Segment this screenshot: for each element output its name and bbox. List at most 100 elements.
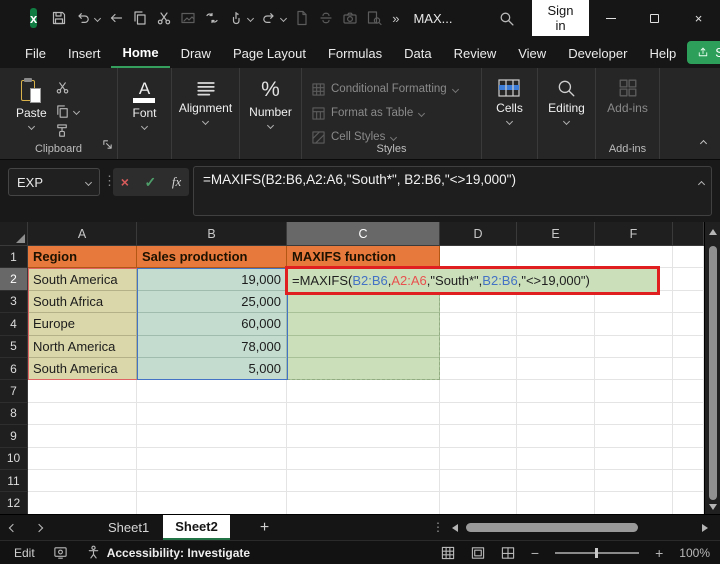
- cell-A2[interactable]: South America: [28, 268, 137, 290]
- formula-bar-collapse-icon[interactable]: [699, 174, 704, 192]
- tab-home[interactable]: Home: [111, 37, 169, 68]
- cell-F8[interactable]: [595, 403, 673, 425]
- redo-icon[interactable]: [257, 6, 281, 30]
- cell-F1[interactable]: [595, 246, 673, 268]
- cancel-formula-icon[interactable]: ×: [121, 174, 129, 190]
- cell-A12[interactable]: [28, 492, 137, 514]
- touch-mode-icon[interactable]: [224, 6, 248, 30]
- tab-formulas[interactable]: Formulas: [317, 38, 393, 67]
- cell-D1[interactable]: [440, 246, 517, 268]
- cell-F10[interactable]: [595, 448, 673, 470]
- close-button[interactable]: ×: [677, 0, 720, 36]
- cell-A5[interactable]: North America: [28, 336, 137, 358]
- sheet-tab-sheet1[interactable]: Sheet1: [94, 515, 163, 541]
- zoom-level[interactable]: 100%: [679, 546, 710, 560]
- row-header-1[interactable]: 1: [0, 246, 28, 268]
- cell-G8[interactable]: [673, 403, 704, 425]
- sheet-nav-back-icon[interactable]: [0, 525, 26, 531]
- cell-C1[interactable]: MAXIFS function: [287, 246, 440, 268]
- zoom-in-button[interactable]: +: [655, 545, 663, 561]
- scroll-down-icon[interactable]: [709, 504, 717, 510]
- cell-E1[interactable]: [517, 246, 595, 268]
- cell-G1[interactable]: [673, 246, 704, 268]
- cell-A7[interactable]: [28, 380, 137, 402]
- name-box[interactable]: EXP: [8, 168, 100, 196]
- cell-mode-indicator[interactable]: Edit: [14, 546, 35, 560]
- cell-E7[interactable]: [517, 380, 595, 402]
- share-button[interactable]: Share: [687, 41, 720, 64]
- column-header-e[interactable]: E: [517, 222, 595, 246]
- tab-file[interactable]: File: [14, 38, 57, 67]
- add-sheet-button[interactable]: +: [260, 519, 269, 537]
- cell-G9[interactable]: [673, 425, 704, 447]
- cell-B6[interactable]: 5,000: [137, 358, 287, 380]
- cell-A8[interactable]: [28, 403, 137, 425]
- cell-A4[interactable]: Europe: [28, 313, 137, 335]
- maximize-button[interactable]: [633, 0, 677, 36]
- row-header-10[interactable]: 10: [0, 448, 28, 470]
- font-button[interactable]: A Font: [132, 78, 156, 129]
- column-header-a[interactable]: A: [28, 222, 137, 246]
- tab-review[interactable]: Review: [443, 38, 508, 67]
- zoom-slider[interactable]: [555, 552, 639, 554]
- cell-D9[interactable]: [440, 425, 517, 447]
- cell-D10[interactable]: [440, 448, 517, 470]
- cell-E8[interactable]: [517, 403, 595, 425]
- cut-button[interactable]: [55, 80, 79, 100]
- copy-button[interactable]: [55, 104, 79, 119]
- cell-F7[interactable]: [595, 380, 673, 402]
- page-break-view-icon[interactable]: [501, 546, 515, 560]
- cell-E3[interactable]: [517, 291, 595, 313]
- cell-F3[interactable]: [595, 291, 673, 313]
- cell-D5[interactable]: [440, 336, 517, 358]
- cell-C10[interactable]: [287, 448, 440, 470]
- cell-G6[interactable]: [673, 358, 704, 380]
- cell-C8[interactable]: [287, 403, 440, 425]
- paste-button[interactable]: Paste: [16, 78, 47, 129]
- row-header-9[interactable]: 9: [0, 425, 28, 447]
- more-commands-icon[interactable]: »: [392, 11, 399, 26]
- save-icon[interactable]: [47, 6, 71, 30]
- cell-B3[interactable]: 25,000: [137, 291, 287, 313]
- sheet-nav-forward-icon[interactable]: [26, 525, 52, 531]
- zoom-out-button[interactable]: −: [531, 545, 539, 561]
- cells-button[interactable]: Cells: [496, 78, 523, 124]
- format-painter-button[interactable]: [55, 123, 79, 143]
- cell-D3[interactable]: [440, 291, 517, 313]
- cell-B7[interactable]: [137, 380, 287, 402]
- cell-B4[interactable]: 60,000: [137, 313, 287, 335]
- formula-input[interactable]: =MAXIFS(B2:B6,A2:A6,"South*", B2:B6,"<>1…: [193, 166, 712, 216]
- editing-button[interactable]: Editing: [548, 78, 585, 124]
- cell-B5[interactable]: 78,000: [137, 336, 287, 358]
- normal-view-icon[interactable]: [441, 546, 455, 560]
- cell-E11[interactable]: [517, 470, 595, 492]
- name-box-dropdown-icon[interactable]: [85, 178, 92, 185]
- sheet-tab-sheet2[interactable]: Sheet2: [163, 515, 230, 541]
- undo-dropdown-icon[interactable]: [94, 14, 101, 21]
- cell-E10[interactable]: [517, 448, 595, 470]
- cell-C9[interactable]: [287, 425, 440, 447]
- row-header-6[interactable]: 6: [0, 358, 28, 380]
- accessibility-status[interactable]: Accessibility: Investigate: [107, 546, 250, 560]
- cell-B11[interactable]: [137, 470, 287, 492]
- clipboard-dialog-launcher-icon[interactable]: [102, 137, 113, 155]
- cell-C11[interactable]: [287, 470, 440, 492]
- undo-icon[interactable]: [71, 6, 95, 30]
- cell-A10[interactable]: [28, 448, 137, 470]
- insert-function-icon[interactable]: fx: [172, 174, 181, 190]
- row-header-5[interactable]: 5: [0, 336, 28, 358]
- find-replace-icon[interactable]: [200, 6, 224, 30]
- cell-B2[interactable]: 19,000: [137, 268, 287, 290]
- search-icon[interactable]: [494, 6, 518, 30]
- cell-F5[interactable]: [595, 336, 673, 358]
- cell-E6[interactable]: [517, 358, 595, 380]
- cell-D7[interactable]: [440, 380, 517, 402]
- number-button[interactable]: % Number: [249, 78, 292, 128]
- cell-B10[interactable]: [137, 448, 287, 470]
- select-all-corner[interactable]: [0, 222, 28, 246]
- cell-G10[interactable]: [673, 448, 704, 470]
- cell-E12[interactable]: [517, 492, 595, 514]
- tab-help[interactable]: Help: [638, 38, 687, 67]
- cell-F11[interactable]: [595, 470, 673, 492]
- cell-D12[interactable]: [440, 492, 517, 514]
